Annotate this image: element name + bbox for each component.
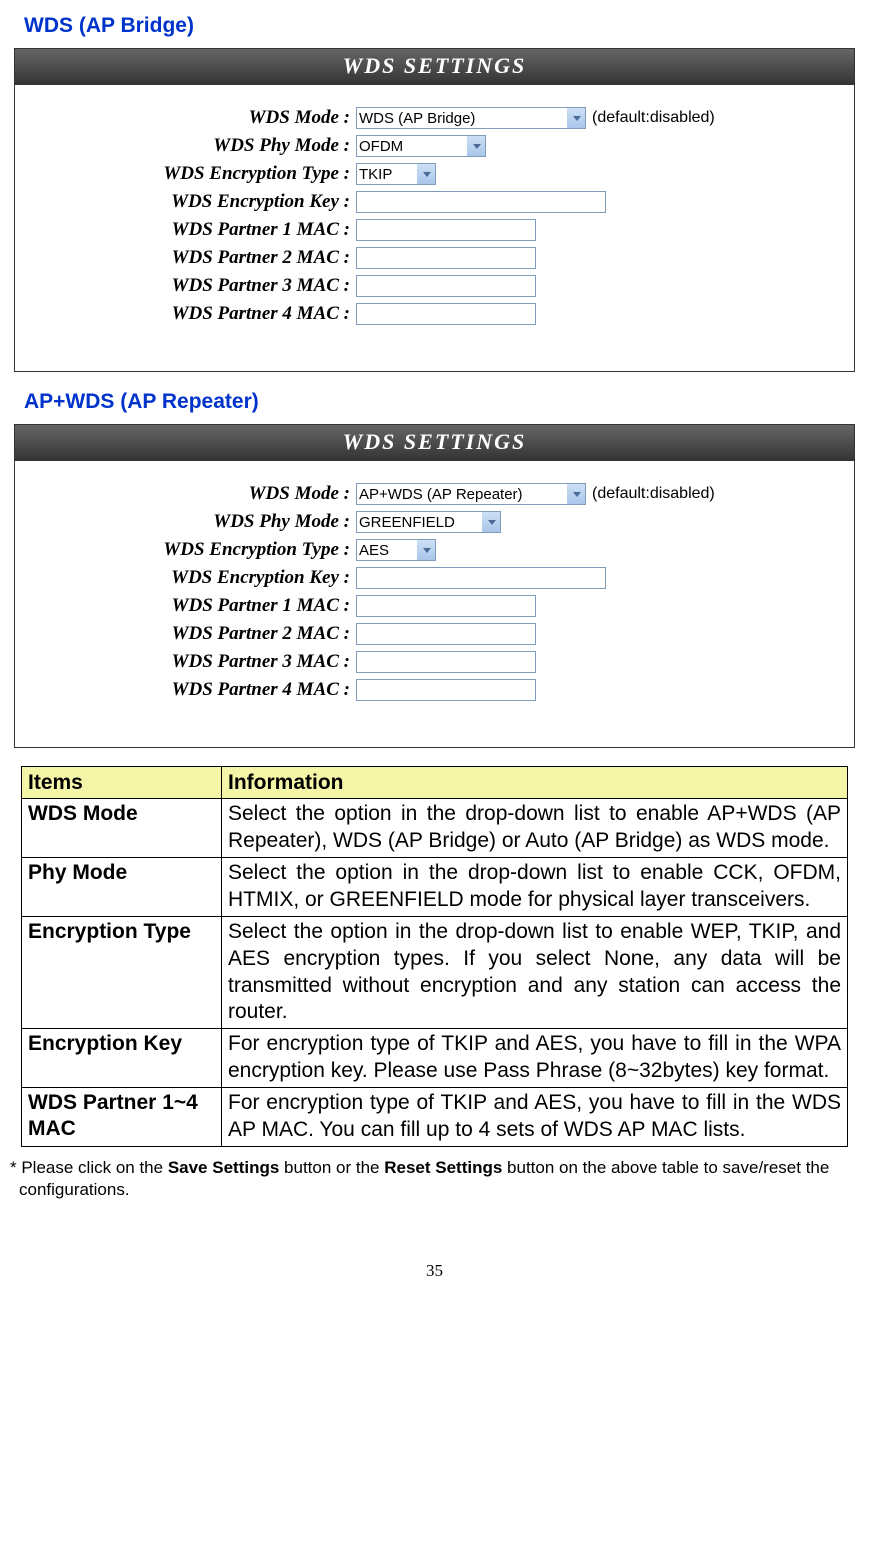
wds-partner-2-mac-input[interactable] (356, 623, 536, 645)
col-information: Information (222, 767, 848, 799)
label-wds-phy-mode: WDS Phy Mode : (25, 135, 356, 157)
panel-header: WDS SETTINGS (15, 425, 854, 461)
wds-partner-4-mac-input[interactable] (356, 303, 536, 325)
item-desc: Select the option in the drop-down list … (222, 858, 848, 917)
table-row: Encryption Type Select the option in the… (22, 916, 848, 1029)
default-disabled-note: (default:disabled) (592, 485, 715, 503)
table-row: Phy Mode Select the option in the drop-d… (22, 858, 848, 917)
wds-partner-1-mac-input[interactable] (356, 595, 536, 617)
wds-mode-select[interactable]: AP+WDS (AP Repeater) (356, 483, 586, 505)
item-desc: Select the option in the drop-down list … (222, 799, 848, 858)
wds-settings-panel-2: WDS SETTINGS WDS Mode : AP+WDS (AP Repea… (14, 424, 855, 748)
section-title-wds-bridge: WDS (AP Bridge) (24, 14, 859, 38)
item-name: WDS Partner 1~4 MAC (22, 1088, 222, 1147)
footnote-text: * Please click on the (10, 1158, 168, 1177)
wds-settings-panel-1: WDS SETTINGS WDS Mode : WDS (AP Bridge) … (14, 48, 855, 372)
wds-partner-3-mac-input[interactable] (356, 275, 536, 297)
panel-body: WDS Mode : WDS (AP Bridge) (default:disa… (15, 85, 854, 371)
wds-partner-3-mac-input[interactable] (356, 651, 536, 673)
panel-header: WDS SETTINGS (15, 49, 854, 85)
page-number: 35 (10, 1261, 859, 1281)
label-wds-encryption-key: WDS Encryption Key : (25, 567, 356, 589)
label-wds-mode: WDS Mode : (25, 483, 356, 505)
default-disabled-note: (default:disabled) (592, 109, 715, 127)
footnote: * Please click on the Save Settings butt… (10, 1157, 851, 1201)
wds-encryption-type-select[interactable]: AES (356, 539, 436, 561)
item-desc: For encryption type of TKIP and AES, you… (222, 1088, 848, 1147)
info-table: Items Information WDS Mode Select the op… (21, 766, 848, 1147)
reset-settings-label: Reset Settings (384, 1158, 502, 1177)
label-wds-mode: WDS Mode : (25, 107, 356, 129)
label-wds-partner-1-mac: WDS Partner 1 MAC : (25, 595, 356, 617)
label-wds-partner-4-mac: WDS Partner 4 MAC : (25, 679, 356, 701)
label-wds-partner-4-mac: WDS Partner 4 MAC : (25, 303, 356, 325)
item-name: Encryption Key (22, 1029, 222, 1088)
item-desc: Select the option in the drop-down list … (222, 916, 848, 1029)
table-row: WDS Partner 1~4 MAC For encryption type … (22, 1088, 848, 1147)
label-wds-phy-mode: WDS Phy Mode : (25, 511, 356, 533)
wds-partner-2-mac-input[interactable] (356, 247, 536, 269)
item-desc: For encryption type of TKIP and AES, you… (222, 1029, 848, 1088)
footnote-text: button or the (279, 1158, 384, 1177)
item-name: Encryption Type (22, 916, 222, 1029)
label-wds-partner-3-mac: WDS Partner 3 MAC : (25, 651, 356, 673)
label-wds-encryption-type: WDS Encryption Type : (25, 163, 356, 185)
wds-encryption-key-input[interactable] (356, 191, 606, 213)
wds-phy-mode-select[interactable]: GREENFIELD (356, 511, 501, 533)
table-row: Encryption Key For encryption type of TK… (22, 1029, 848, 1088)
wds-partner-1-mac-input[interactable] (356, 219, 536, 241)
col-items: Items (22, 767, 222, 799)
item-name: WDS Mode (22, 799, 222, 858)
label-wds-encryption-type: WDS Encryption Type : (25, 539, 356, 561)
table-row: WDS Mode Select the option in the drop-d… (22, 799, 848, 858)
label-wds-partner-2-mac: WDS Partner 2 MAC : (25, 247, 356, 269)
wds-encryption-type-select[interactable]: TKIP (356, 163, 436, 185)
wds-mode-select[interactable]: WDS (AP Bridge) (356, 107, 586, 129)
label-wds-partner-1-mac: WDS Partner 1 MAC : (25, 219, 356, 241)
section-title-ap-wds-repeater: AP+WDS (AP Repeater) (24, 390, 859, 414)
label-wds-encryption-key: WDS Encryption Key : (25, 191, 356, 213)
panel-body: WDS Mode : AP+WDS (AP Repeater) (default… (15, 461, 854, 747)
label-wds-partner-3-mac: WDS Partner 3 MAC : (25, 275, 356, 297)
wds-partner-4-mac-input[interactable] (356, 679, 536, 701)
table-head-row: Items Information (22, 767, 848, 799)
label-wds-partner-2-mac: WDS Partner 2 MAC : (25, 623, 356, 645)
item-name: Phy Mode (22, 858, 222, 917)
wds-encryption-key-input[interactable] (356, 567, 606, 589)
save-settings-label: Save Settings (168, 1158, 280, 1177)
wds-phy-mode-select[interactable]: OFDM (356, 135, 486, 157)
